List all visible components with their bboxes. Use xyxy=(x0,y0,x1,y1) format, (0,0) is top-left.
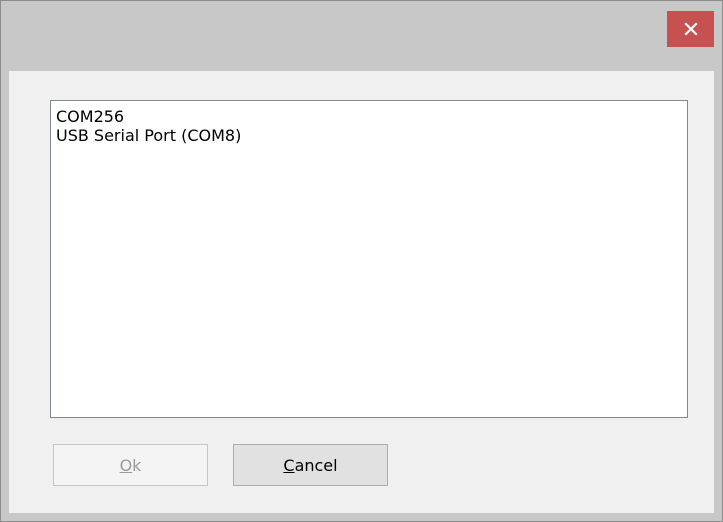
dialog-window: COM256 USB Serial Port (COM8) Ok Cancel xyxy=(0,0,723,522)
list-item[interactable]: COM256 xyxy=(56,107,687,126)
port-listbox[interactable]: COM256 USB Serial Port (COM8) xyxy=(50,100,688,418)
close-button[interactable] xyxy=(667,11,714,47)
dialog-client-area: COM256 USB Serial Port (COM8) Ok Cancel xyxy=(9,71,714,513)
ok-button-label: k xyxy=(132,455,142,475)
close-icon xyxy=(683,22,698,36)
list-item[interactable]: USB Serial Port (COM8) xyxy=(56,126,687,145)
ok-button[interactable]: Ok xyxy=(53,444,208,486)
port-list: COM256 USB Serial Port (COM8) xyxy=(51,101,687,145)
ok-button-mnemonic: O xyxy=(119,455,133,475)
title-bar[interactable] xyxy=(1,1,722,72)
cancel-button[interactable]: Cancel xyxy=(233,444,388,486)
cancel-button-mnemonic: C xyxy=(283,455,295,475)
cancel-button-label: ancel xyxy=(294,455,338,475)
